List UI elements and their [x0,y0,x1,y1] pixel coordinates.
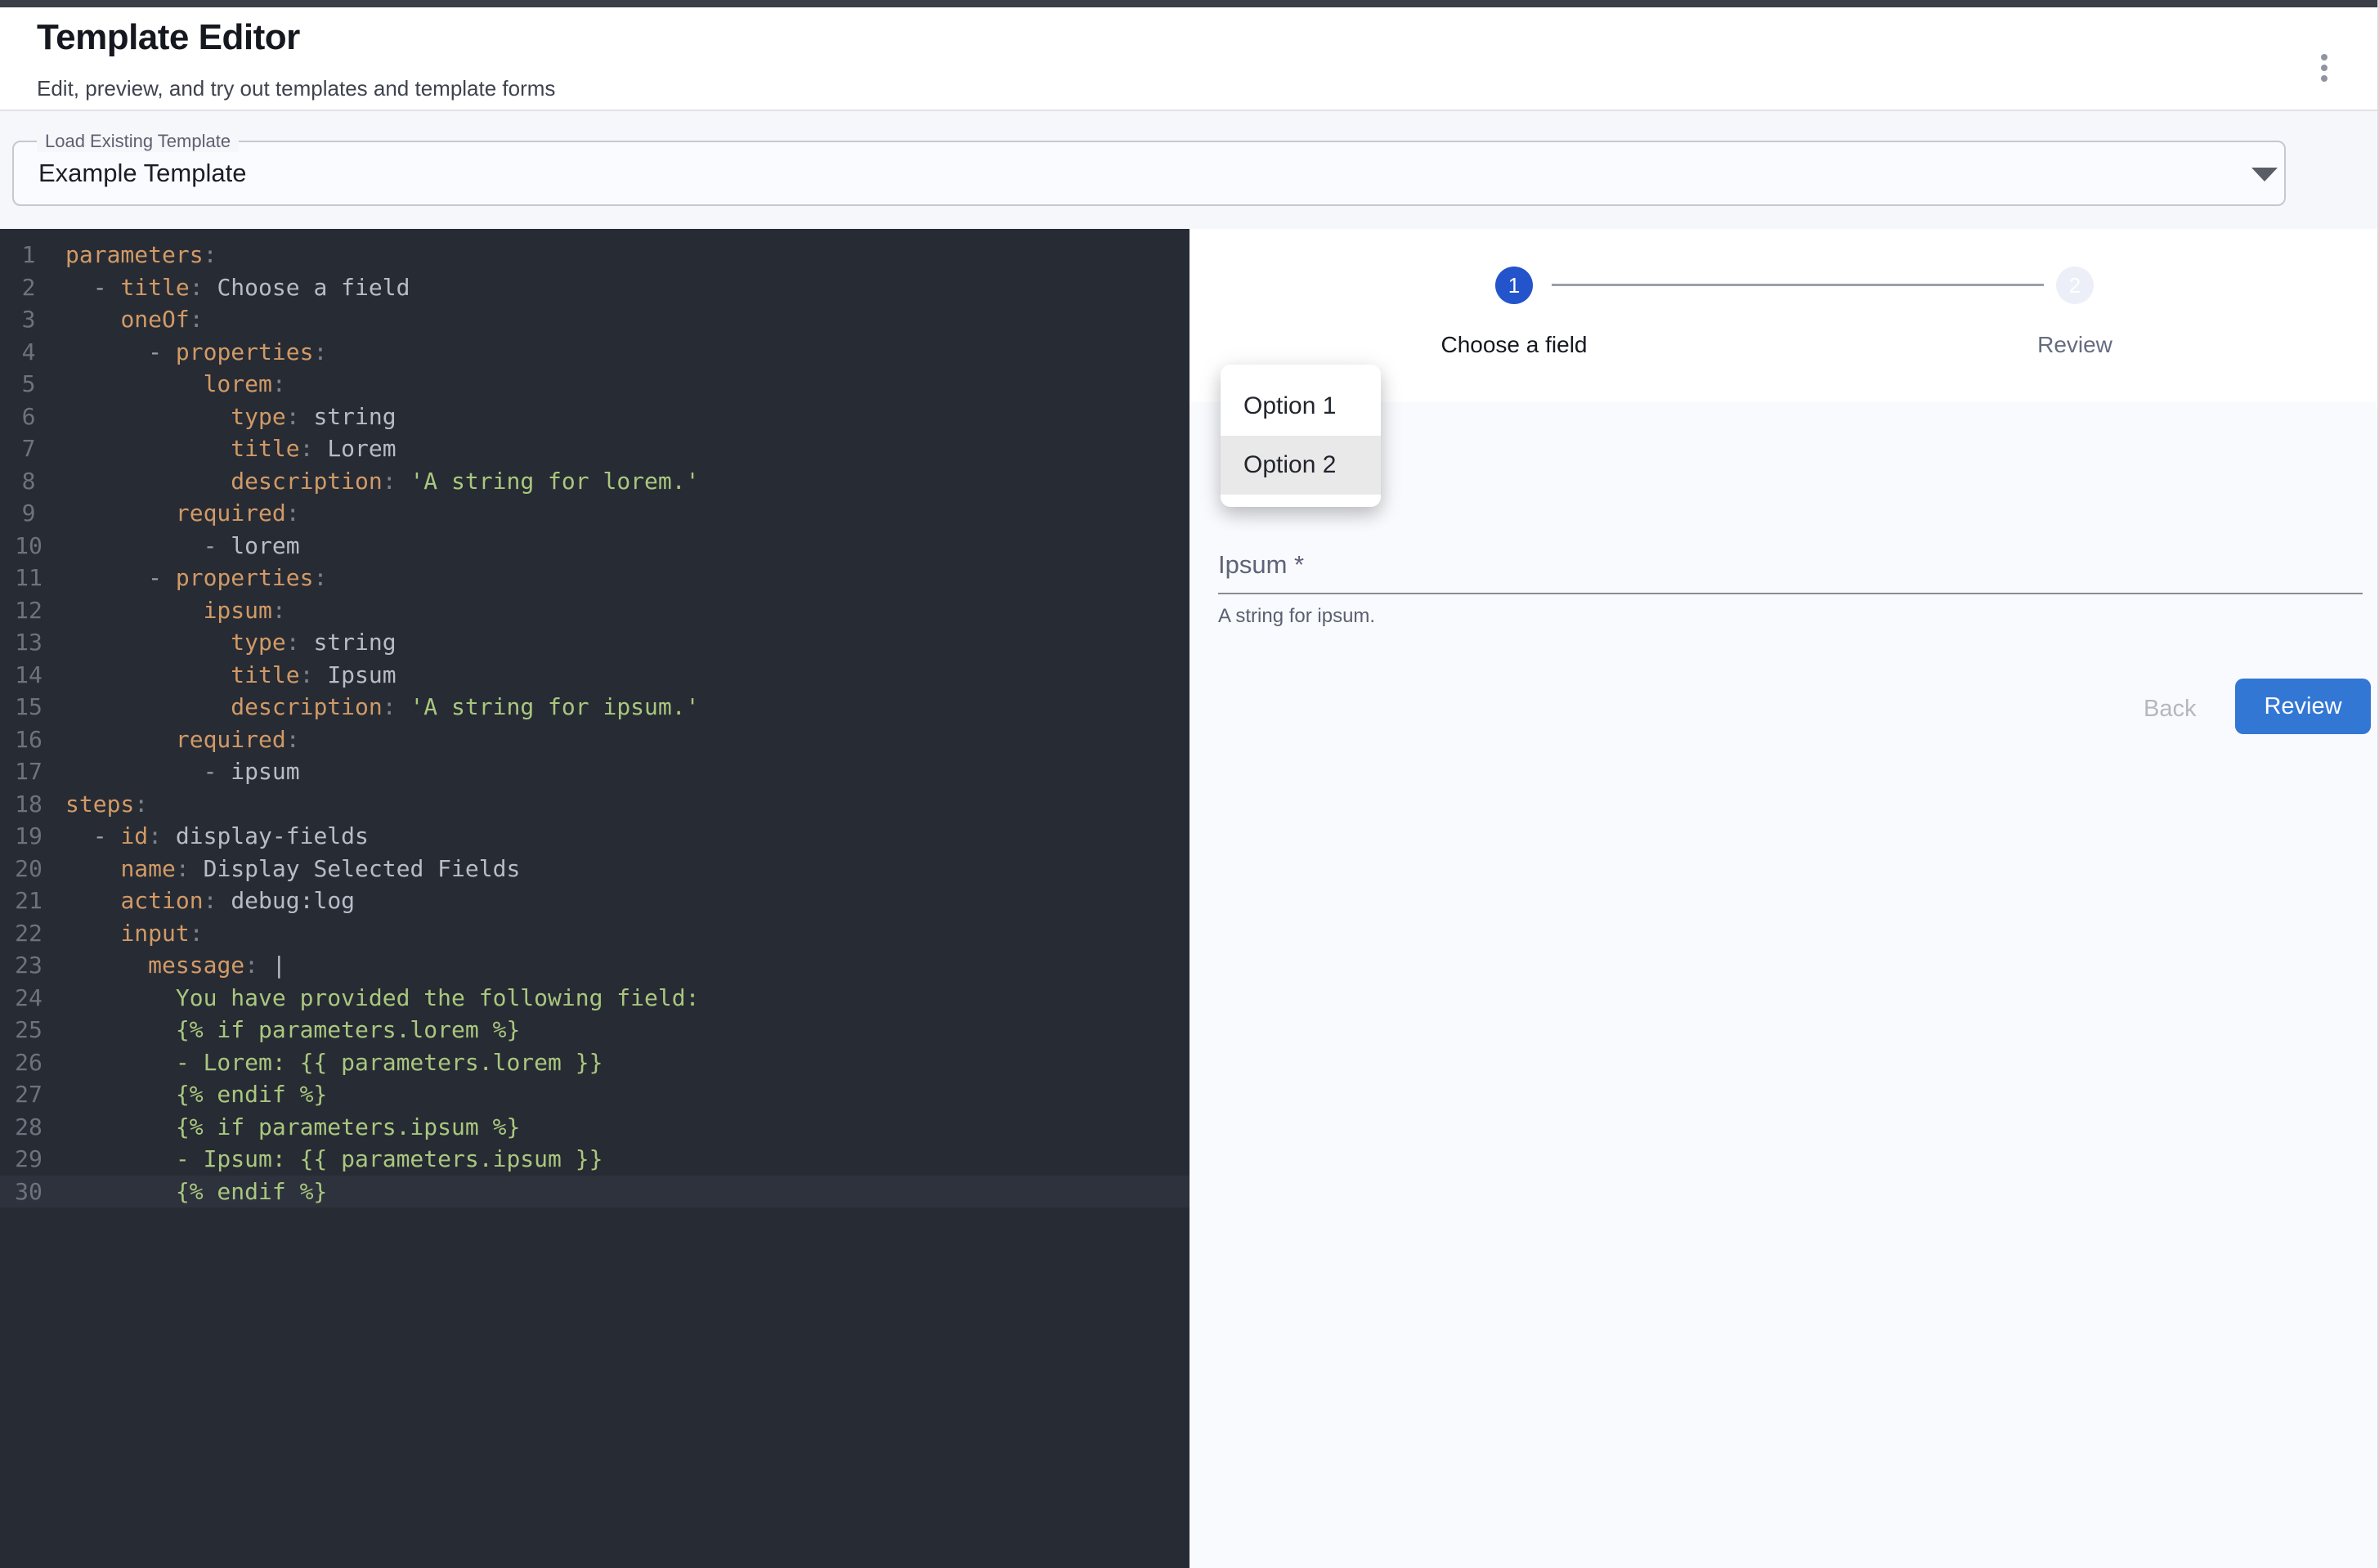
code-line: 28 {% if parameters.ipsum %} [0,1111,1190,1144]
step-2-label[interactable]: Review [2037,332,2112,358]
code-line: 26 - Lorem: {{ parameters.lorem }} [0,1046,1190,1079]
code-line: 18steps: [0,788,1190,821]
code-line: 20 name: Display Selected Fields [0,853,1190,885]
page-title: Template Editor [37,17,300,58]
step-2-indicator[interactable]: 2 [2056,267,2094,304]
window-top-strip [0,0,2379,7]
select-label: Load Existing Template [37,131,239,152]
options-dropdown-menu: Option 1 Option 2 [1221,365,1381,507]
code-editor-lines: 1parameters:2 - title: Choose a field3 o… [0,239,1190,1207]
menu-item-option-1[interactable]: Option 1 [1221,377,1381,436]
ipsum-helper-text: A string for ipsum. [1218,605,2363,628]
code-line: 22 input: [0,917,1190,950]
code-line: 7 title: Lorem [0,432,1190,465]
kebab-menu-icon[interactable] [2305,43,2343,92]
code-line: 30 {% endif %} [0,1176,1190,1208]
code-line: 29 - Ipsum: {{ parameters.ipsum }} [0,1143,1190,1176]
code-line: 4 - properties: [0,336,1190,369]
template-form-panel: 1 2 Choose a field Review Option 1 Optio… [1190,229,2379,1568]
code-line: 10 - lorem [0,530,1190,562]
code-line: 21 action: debug:log [0,885,1190,917]
code-line: 14 title: Ipsum [0,659,1190,692]
code-line: 9 required: [0,497,1190,530]
code-line: 8 description: 'A string for lorem.' [0,465,1190,498]
back-button[interactable]: Back [2126,683,2214,734]
code-line: 2 - title: Choose a field [0,271,1190,304]
code-line: 19 - id: display-fields [0,820,1190,853]
code-line: 1parameters: [0,239,1190,271]
code-line: 27 {% endif %} [0,1078,1190,1111]
select-value: Example Template [38,159,246,188]
review-button[interactable]: Review [2235,679,2371,734]
ipsum-input[interactable] [1218,548,2363,594]
yaml-code-editor[interactable]: 1parameters:2 - title: Choose a field3 o… [0,229,1190,1568]
menu-item-option-2[interactable]: Option 2 [1221,436,1381,495]
code-line: 12 ipsum: [0,594,1190,627]
step-1-label[interactable]: Choose a field [1440,332,1587,358]
header: Template Editor Edit, preview, and try o… [0,7,2379,110]
code-line: 16 required: [0,724,1190,756]
stepper-connector [1552,284,2044,286]
load-existing-template-select[interactable]: Load Existing Template Example Template [12,141,2286,206]
code-line: 6 type: string [0,401,1190,433]
code-line: 25 {% if parameters.lorem %} [0,1014,1190,1046]
code-line: 13 type: string [0,626,1190,659]
ipsum-field: A string for ipsum. [1218,548,2363,628]
code-line: 17 - ipsum [0,755,1190,788]
code-line: 15 description: 'A string for ipsum.' [0,691,1190,724]
code-line: 24 You have provided the following field… [0,982,1190,1015]
code-line: 11 - properties: [0,562,1190,594]
dropdown-caret-icon [2251,168,2278,181]
page-subtitle: Edit, preview, and try out templates and… [37,76,555,101]
load-template-section: Load Existing Template Example Template [0,111,2379,229]
code-line: 3 oneOf: [0,303,1190,336]
step-1-indicator[interactable]: 1 [1495,267,1533,304]
code-line: 23 message: | [0,949,1190,982]
code-line: 5 lorem: [0,368,1190,401]
